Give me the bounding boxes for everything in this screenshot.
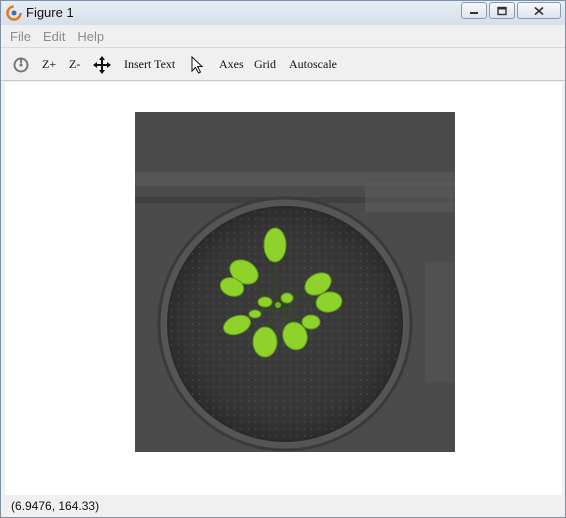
close-button[interactable]	[517, 2, 561, 19]
rotate-icon[interactable]	[12, 56, 30, 74]
menu-edit[interactable]: Edit	[43, 29, 65, 44]
menu-help[interactable]: Help	[77, 29, 104, 44]
insert-text-button[interactable]: Insert Text	[124, 56, 175, 72]
close-icon	[534, 6, 544, 15]
axes-button[interactable]: Axes	[219, 56, 244, 72]
status-bar: (6.9476, 164.33)	[5, 495, 562, 517]
toolbar: Z+ Z- Insert Text Axes Grid Autoscale	[1, 47, 565, 81]
minimize-icon	[470, 11, 478, 14]
plant-image-graphic	[135, 112, 455, 452]
menu-file[interactable]: File	[10, 29, 31, 44]
zoom-in-button[interactable]: Z+	[42, 56, 56, 72]
pointer-icon[interactable]	[189, 56, 207, 74]
grid-button[interactable]: Grid	[254, 56, 276, 72]
figure-canvas[interactable]	[5, 82, 562, 495]
pan-icon[interactable]	[93, 56, 111, 74]
cursor-coordinates: (6.9476, 164.33)	[11, 499, 100, 513]
maximize-button[interactable]	[489, 2, 515, 19]
window-title: Figure 1	[26, 5, 74, 20]
figure-window: Figure 1 File Edit Help Z+ Z- Insert Tex…	[0, 0, 566, 518]
octave-app-icon	[6, 5, 22, 21]
autoscale-button[interactable]: Autoscale	[289, 56, 337, 72]
plant-image	[135, 112, 455, 452]
maximize-icon	[497, 6, 507, 15]
zoom-out-button[interactable]: Z-	[69, 56, 80, 72]
menu-bar: File Edit Help	[1, 26, 565, 46]
caption-buttons	[459, 2, 561, 19]
title-bar[interactable]: Figure 1	[1, 1, 565, 25]
minimize-button[interactable]	[461, 2, 487, 19]
